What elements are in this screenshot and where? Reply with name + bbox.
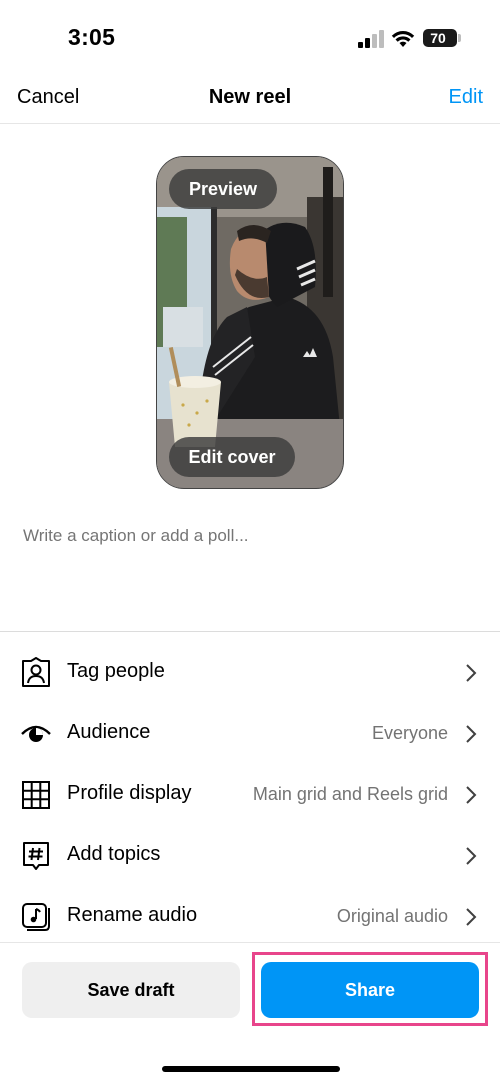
music-note-icon — [22, 903, 50, 931]
share-button[interactable]: Share — [261, 962, 479, 1018]
preview-button[interactable]: Preview — [169, 169, 277, 209]
reel-preview-thumbnail[interactable]: Preview Edit cover — [156, 156, 344, 489]
status-time: 3:05 — [68, 24, 116, 50]
divider — [0, 631, 500, 632]
header-bar: Cancel New reel Edit — [0, 72, 500, 124]
page-title: New reel — [208, 86, 292, 108]
tag-people-icon — [22, 657, 50, 687]
profile-display-label: Profile display — [67, 782, 192, 804]
battery-cap — [458, 34, 461, 42]
audience-row[interactable]: Audience Everyone — [0, 703, 500, 763]
cellular-signal-icon — [358, 30, 384, 48]
rename-audio-value: Original audio — [336, 906, 448, 926]
caption-input[interactable] — [23, 526, 477, 546]
tag-people-row[interactable]: Tag people — [0, 642, 500, 702]
battery-icon: 70 — [423, 29, 457, 47]
home-indicator — [162, 1066, 340, 1072]
profile-display-row[interactable]: Profile display Main grid and Reels grid — [0, 764, 500, 824]
chevron-right-icon — [466, 908, 477, 926]
chevron-right-icon — [466, 725, 477, 743]
save-draft-button[interactable]: Save draft — [22, 962, 240, 1018]
audience-value: Everyone — [371, 723, 448, 743]
add-topics-row[interactable]: Add topics — [0, 825, 500, 885]
add-topics-label: Add topics — [67, 843, 161, 865]
status-bar: 3:05 70 — [0, 0, 500, 72]
audience-label: Audience — [67, 721, 151, 743]
chevron-right-icon — [466, 664, 477, 682]
rename-audio-label: Rename audio — [67, 904, 198, 926]
audience-eye-icon — [21, 725, 51, 742]
edit-cover-button[interactable]: Edit cover — [169, 437, 295, 477]
wifi-icon — [391, 31, 415, 47]
edit-button[interactable]: Edit — [449, 86, 483, 109]
tag-people-label: Tag people — [67, 660, 165, 682]
hashtag-icon — [23, 842, 49, 870]
chevron-right-icon — [466, 786, 477, 804]
profile-display-value: Main grid and Reels grid — [252, 784, 448, 804]
footer-divider — [0, 942, 500, 943]
chevron-right-icon — [466, 847, 477, 865]
grid-icon — [22, 781, 50, 809]
battery-level: 70 — [430, 30, 446, 46]
rename-audio-row[interactable]: Rename audio Original audio — [0, 886, 500, 946]
